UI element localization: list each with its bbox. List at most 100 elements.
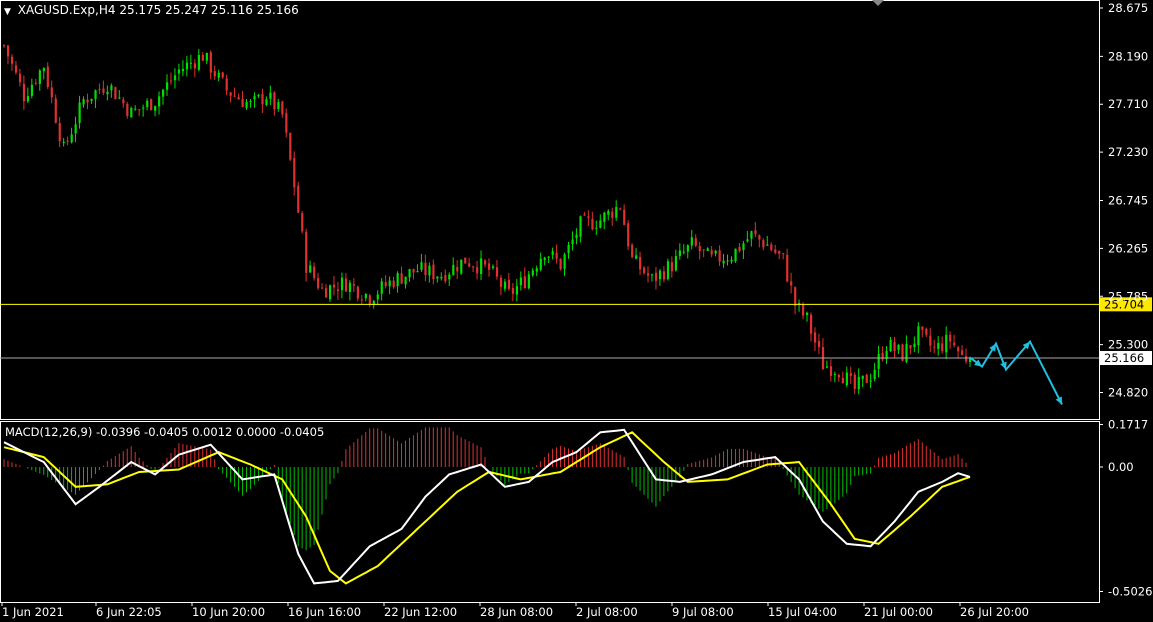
- candle-body: [611, 211, 614, 218]
- candle-body: [925, 328, 928, 335]
- time-tick-label: 16 Jun 16:00: [288, 605, 361, 619]
- candle-body: [877, 354, 880, 369]
- candle-body: [321, 287, 324, 289]
- candle-body: [18, 73, 22, 83]
- candle-body: [738, 246, 741, 251]
- candle-body: [229, 92, 232, 96]
- candle-body: [754, 230, 757, 235]
- candle-body: [380, 281, 383, 294]
- candle-body: [658, 270, 662, 280]
- candle-body: [678, 250, 682, 256]
- candle-body: [146, 100, 149, 108]
- candle-body: [237, 97, 240, 100]
- candle-body: [118, 97, 121, 99]
- candle-body: [563, 254, 566, 269]
- candle-body: [861, 375, 864, 379]
- time-tick-label: 10 Jun 20:00: [192, 605, 265, 619]
- symbol-menu-icon[interactable]: ▼: [4, 7, 11, 17]
- candle-body: [909, 345, 912, 349]
- candle-body: [472, 266, 475, 268]
- price-tick-label: 26.745: [1108, 193, 1148, 207]
- candle-body: [364, 293, 367, 299]
- candle-body: [893, 342, 896, 352]
- level-line-group[interactable]: 25.70425.166: [0, 297, 1152, 365]
- macd-tick-label: -0.5026: [1108, 585, 1152, 599]
- candle-body: [817, 340, 821, 348]
- candle-body: [432, 264, 435, 280]
- candle-body: [674, 255, 678, 271]
- candle-body: [794, 287, 797, 306]
- candle-body: [360, 299, 363, 301]
- time-tick-label: 28 Jun 08:00: [480, 605, 553, 619]
- candle-body: [325, 288, 328, 298]
- candle-body: [937, 342, 940, 349]
- candle-body: [34, 82, 38, 84]
- candle-body: [142, 107, 145, 109]
- candle-body: [583, 214, 586, 216]
- candle-body: [189, 62, 193, 64]
- time-axis: 1 Jun 2021 6 Jun 22:05 10 Jun 20:00 16 Jun …: [1, 602, 1029, 619]
- candle-body: [499, 277, 503, 287]
- chart-canvas[interactable]: 25.70425.166 28.675 28.190 27.710 27.230 26.…: [0, 0, 1153, 622]
- candle-body: [929, 335, 932, 346]
- candle-body: [412, 268, 415, 273]
- macd-tick-label: 0.1717: [1108, 417, 1148, 431]
- candle-body: [599, 220, 602, 228]
- time-tick-label: 22 Jun 12:00: [384, 605, 457, 619]
- candle-body: [130, 108, 133, 118]
- candle-body: [845, 372, 848, 386]
- candle-body: [730, 259, 733, 262]
- candle-body: [297, 185, 300, 213]
- candle-body: [408, 269, 411, 278]
- candle-body: [941, 343, 944, 352]
- candle-body: [706, 248, 709, 251]
- candle-body: [559, 258, 562, 270]
- candle-body: [686, 245, 689, 252]
- candle-body: [758, 235, 761, 240]
- candle-body: [722, 260, 725, 264]
- candle-body: [495, 267, 499, 277]
- price-candles: [3, 44, 972, 395]
- candle-body: [519, 277, 522, 286]
- candle-body: [790, 281, 793, 286]
- candle-body: [404, 276, 407, 285]
- candle-body: [317, 277, 320, 289]
- candle-body: [452, 264, 455, 275]
- candle-body: [392, 280, 395, 287]
- time-tick-label: 15 Jul 04:00: [768, 605, 837, 619]
- candle-body: [917, 326, 920, 346]
- candle-body: [185, 62, 189, 70]
- candle-body: [416, 271, 419, 273]
- candle-body: [376, 294, 379, 300]
- candle-body: [833, 373, 837, 375]
- candle-body: [90, 98, 93, 101]
- candle-body: [873, 369, 876, 379]
- time-tick-label: 6 Jun 22:05: [96, 605, 162, 619]
- candle-body: [933, 346, 936, 348]
- candle-body: [869, 380, 872, 382]
- candle-body: [348, 282, 352, 292]
- price-tick-label: 24.820: [1108, 386, 1148, 400]
- candle-body: [14, 65, 18, 73]
- candle-body: [635, 255, 638, 259]
- candle-body: [813, 332, 817, 343]
- candle-body: [273, 92, 276, 110]
- candle-body: [531, 270, 534, 276]
- candle-body: [102, 88, 105, 93]
- candle-body: [154, 105, 157, 111]
- candle-body: [261, 93, 264, 105]
- candle-body: [603, 212, 606, 222]
- candle-body: [487, 263, 491, 270]
- candle-body: [328, 285, 332, 300]
- candle-body: [424, 262, 427, 276]
- candle-body: [662, 271, 666, 280]
- candle-body: [384, 282, 387, 287]
- candle-body: [527, 274, 530, 289]
- candle-body: [241, 98, 244, 107]
- candle-body: [336, 289, 340, 292]
- candle-body: [535, 268, 538, 272]
- candle-body: [313, 266, 316, 278]
- candle-body: [587, 216, 590, 218]
- candle-body: [209, 52, 212, 73]
- shift-marker-icon[interactable]: [872, 0, 884, 6]
